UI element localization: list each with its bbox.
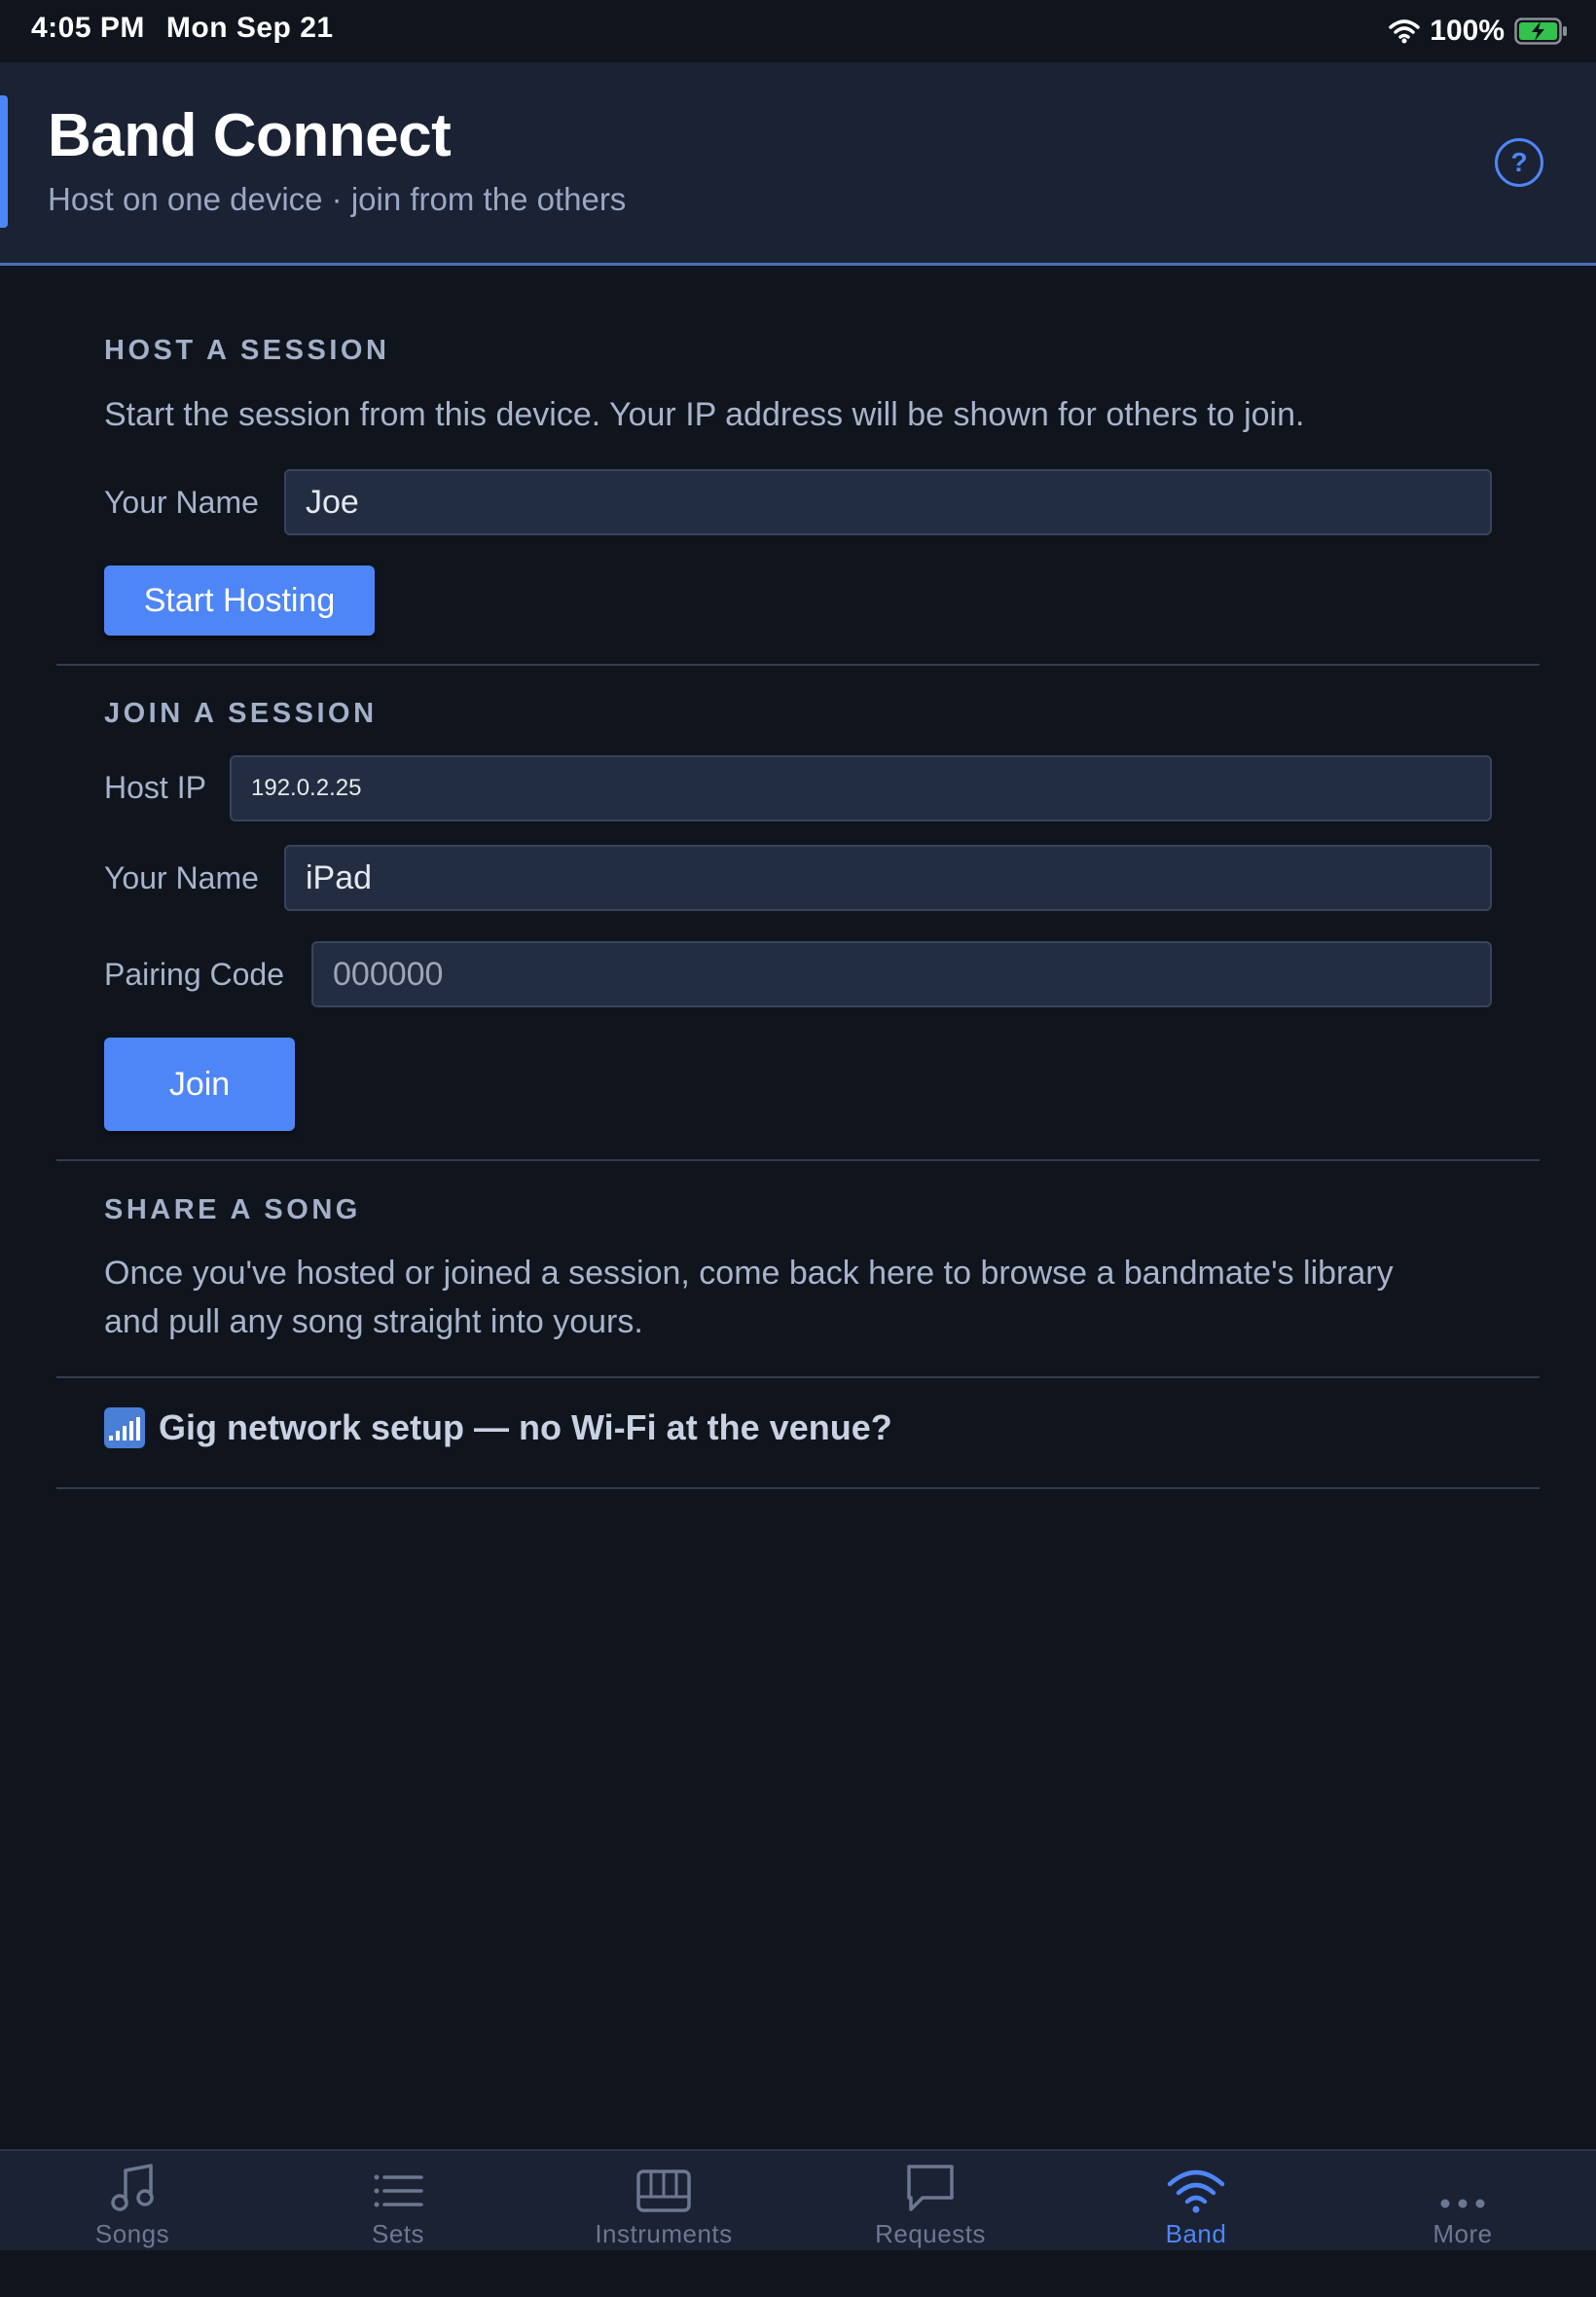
app-header: Band Connect Host on one device · join f… — [0, 62, 1596, 266]
section-divider — [56, 1159, 1540, 1161]
section-divider — [56, 1376, 1540, 1378]
share-description-line1: Once you've hosted or joined a session, … — [104, 1255, 1394, 1292]
tab-songs[interactable]: Songs — [35, 2151, 230, 2252]
ellipsis-icon — [1440, 2199, 1485, 2208]
question-mark-icon: ? — [1510, 147, 1528, 177]
host-name-label: Your Name — [104, 485, 259, 520]
pairing-code-label: Pairing Code — [104, 957, 284, 992]
status-bar: 4:05 PM Mon Sep 21 100% — [0, 0, 1596, 62]
tab-bar: Songs Sets Instruments Requests Band Mor… — [0, 2149, 1596, 2252]
pairing-code-input[interactable] — [311, 941, 1492, 1007]
list-icon — [374, 2174, 423, 2207]
join-name-input[interactable] — [284, 845, 1492, 911]
start-hosting-button[interactable]: Start Hosting — [104, 565, 375, 636]
host-name-input[interactable] — [284, 469, 1492, 535]
share-section-title: SHARE A SONG — [104, 1194, 361, 1225]
header-accent-bar — [0, 95, 8, 228]
tab-sets[interactable]: Sets — [301, 2151, 495, 2252]
join-button[interactable]: Join — [104, 1038, 295, 1131]
join-section-title: JOIN A SESSION — [104, 698, 378, 729]
host-ip-label: Host IP — [104, 770, 206, 805]
join-name-label: Your Name — [104, 860, 259, 895]
status-time: 4:05 PM — [31, 12, 145, 44]
status-date: Mon Sep 21 — [165, 12, 334, 44]
battery-charging-icon — [1514, 18, 1567, 45]
tab-requests[interactable]: Requests — [833, 2151, 1028, 2252]
tab-songs-label: Songs — [94, 2219, 170, 2248]
section-divider — [56, 1487, 1540, 1489]
host-section-title: HOST A SESSION — [104, 335, 390, 366]
battery-percent: 100% — [1430, 15, 1505, 47]
wifi-icon — [1167, 2169, 1225, 2213]
tab-band-label: Band — [1165, 2219, 1227, 2248]
music-note-icon — [111, 2164, 154, 2211]
wifi-status-icon — [1389, 19, 1421, 44]
speech-bubble-icon — [907, 2165, 954, 2211]
tab-band[interactable]: Band — [1099, 2151, 1293, 2252]
help-button[interactable]: ? — [1495, 138, 1543, 187]
tab-instruments[interactable]: Instruments — [566, 2151, 761, 2252]
gig-network-setup-toggle[interactable]: Gig network setup — no Wi-Fi at the venu… — [104, 1407, 892, 1448]
tab-sets-label: Sets — [371, 2219, 425, 2248]
tab-requests-label: Requests — [875, 2219, 986, 2248]
gig-network-setup-label: Gig network setup — no Wi-Fi at the venu… — [159, 1407, 892, 1447]
tab-more[interactable]: More — [1365, 2151, 1560, 2252]
tab-instruments-label: Instruments — [595, 2219, 733, 2248]
home-indicator-area — [0, 2250, 1596, 2297]
host-description: Start the session from this device. Your… — [104, 396, 1305, 433]
share-description-line2: and pull any song straight into yours. — [104, 1303, 643, 1340]
page-subtitle: Host on one device · join from the other… — [48, 181, 627, 217]
host-ip-input[interactable] — [230, 755, 1492, 821]
piano-keys-icon — [636, 2169, 691, 2212]
tab-more-label: More — [1433, 2219, 1493, 2248]
section-divider — [56, 664, 1540, 666]
page-title: Band Connect — [48, 102, 452, 169]
signal-bars-icon — [104, 1407, 145, 1448]
